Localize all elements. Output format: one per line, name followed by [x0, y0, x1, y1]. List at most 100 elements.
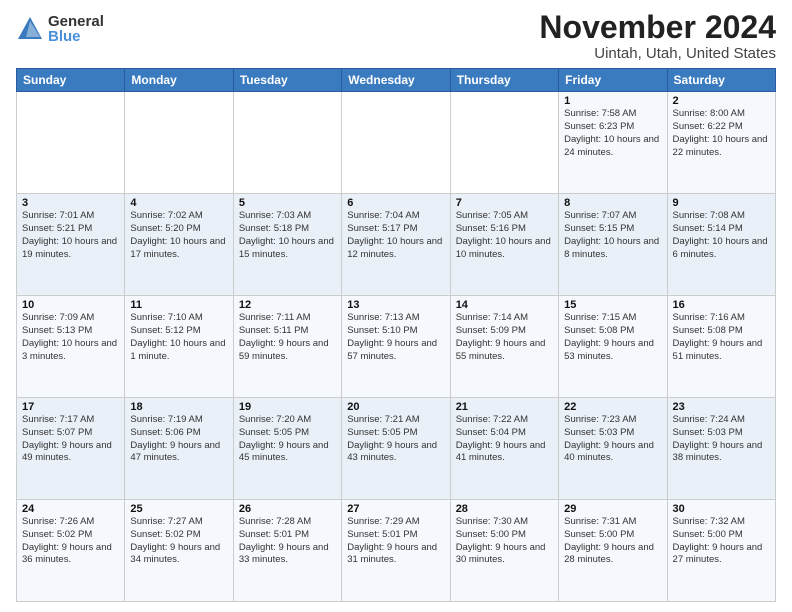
day-info: Sunrise: 7:05 AM Sunset: 5:16 PM Dayligh…: [456, 210, 553, 261]
day-number: 5: [239, 197, 336, 209]
title-block: November 2024 Uintah, Utah, United State…: [539, 10, 776, 62]
calendar-cell: 28Sunrise: 7:30 AM Sunset: 5:00 PM Dayli…: [450, 500, 558, 602]
day-info: Sunrise: 7:19 AM Sunset: 5:06 PM Dayligh…: [130, 414, 227, 465]
day-number: 22: [564, 401, 661, 413]
calendar-cell: 5Sunrise: 7:03 AM Sunset: 5:18 PM Daylig…: [233, 194, 341, 296]
calendar-cell: [450, 92, 558, 194]
day-number: 7: [456, 197, 553, 209]
calendar-cell: 1Sunrise: 7:58 AM Sunset: 6:23 PM Daylig…: [559, 92, 667, 194]
header: General Blue November 2024 Uintah, Utah,…: [16, 10, 776, 62]
day-number: 27: [347, 503, 444, 515]
calendar-cell: 26Sunrise: 7:28 AM Sunset: 5:01 PM Dayli…: [233, 500, 341, 602]
day-number: 23: [673, 401, 770, 413]
day-number: 21: [456, 401, 553, 413]
logo-icon: [16, 15, 44, 43]
day-number: 9: [673, 197, 770, 209]
calendar-cell: 18Sunrise: 7:19 AM Sunset: 5:06 PM Dayli…: [125, 398, 233, 500]
day-number: 1: [564, 95, 661, 107]
calendar-cell: 15Sunrise: 7:15 AM Sunset: 5:08 PM Dayli…: [559, 296, 667, 398]
day-info: Sunrise: 7:21 AM Sunset: 5:05 PM Dayligh…: [347, 414, 444, 465]
day-info: Sunrise: 7:58 AM Sunset: 6:23 PM Dayligh…: [564, 108, 661, 159]
month-title: November 2024: [539, 10, 776, 45]
calendar-week-0: 1Sunrise: 7:58 AM Sunset: 6:23 PM Daylig…: [17, 92, 776, 194]
weekday-header-saturday: Saturday: [667, 69, 775, 92]
calendar-cell: 12Sunrise: 7:11 AM Sunset: 5:11 PM Dayli…: [233, 296, 341, 398]
calendar-cell: [125, 92, 233, 194]
calendar-cell: 22Sunrise: 7:23 AM Sunset: 5:03 PM Dayli…: [559, 398, 667, 500]
calendar-cell: 11Sunrise: 7:10 AM Sunset: 5:12 PM Dayli…: [125, 296, 233, 398]
day-info: Sunrise: 7:30 AM Sunset: 5:00 PM Dayligh…: [456, 516, 553, 567]
day-info: Sunrise: 7:23 AM Sunset: 5:03 PM Dayligh…: [564, 414, 661, 465]
day-info: Sunrise: 7:01 AM Sunset: 5:21 PM Dayligh…: [22, 210, 119, 261]
calendar-cell: [17, 92, 125, 194]
calendar-cell: 4Sunrise: 7:02 AM Sunset: 5:20 PM Daylig…: [125, 194, 233, 296]
day-number: 16: [673, 299, 770, 311]
calendar-cell: 17Sunrise: 7:17 AM Sunset: 5:07 PM Dayli…: [17, 398, 125, 500]
day-number: 8: [564, 197, 661, 209]
day-info: Sunrise: 7:22 AM Sunset: 5:04 PM Dayligh…: [456, 414, 553, 465]
day-info: Sunrise: 7:14 AM Sunset: 5:09 PM Dayligh…: [456, 312, 553, 363]
logo-blue: Blue: [48, 29, 104, 44]
day-number: 17: [22, 401, 119, 413]
calendar-cell: [233, 92, 341, 194]
weekday-header-friday: Friday: [559, 69, 667, 92]
day-info: Sunrise: 7:04 AM Sunset: 5:17 PM Dayligh…: [347, 210, 444, 261]
calendar-header: SundayMondayTuesdayWednesdayThursdayFrid…: [17, 69, 776, 92]
weekday-header-tuesday: Tuesday: [233, 69, 341, 92]
day-info: Sunrise: 7:24 AM Sunset: 5:03 PM Dayligh…: [673, 414, 770, 465]
weekday-header-wednesday: Wednesday: [342, 69, 450, 92]
day-info: Sunrise: 7:20 AM Sunset: 5:05 PM Dayligh…: [239, 414, 336, 465]
day-number: 11: [130, 299, 227, 311]
day-number: 12: [239, 299, 336, 311]
day-info: Sunrise: 7:32 AM Sunset: 5:00 PM Dayligh…: [673, 516, 770, 567]
calendar-cell: 9Sunrise: 7:08 AM Sunset: 5:14 PM Daylig…: [667, 194, 775, 296]
calendar-cell: 6Sunrise: 7:04 AM Sunset: 5:17 PM Daylig…: [342, 194, 450, 296]
day-info: Sunrise: 7:10 AM Sunset: 5:12 PM Dayligh…: [130, 312, 227, 363]
day-info: Sunrise: 7:13 AM Sunset: 5:10 PM Dayligh…: [347, 312, 444, 363]
calendar-cell: 14Sunrise: 7:14 AM Sunset: 5:09 PM Dayli…: [450, 296, 558, 398]
calendar-cell: 19Sunrise: 7:20 AM Sunset: 5:05 PM Dayli…: [233, 398, 341, 500]
weekday-header-sunday: Sunday: [17, 69, 125, 92]
day-info: Sunrise: 7:31 AM Sunset: 5:00 PM Dayligh…: [564, 516, 661, 567]
calendar-cell: 7Sunrise: 7:05 AM Sunset: 5:16 PM Daylig…: [450, 194, 558, 296]
calendar-cell: 23Sunrise: 7:24 AM Sunset: 5:03 PM Dayli…: [667, 398, 775, 500]
day-number: 24: [22, 503, 119, 515]
weekday-header-thursday: Thursday: [450, 69, 558, 92]
calendar-cell: 30Sunrise: 7:32 AM Sunset: 5:00 PM Dayli…: [667, 500, 775, 602]
day-number: 26: [239, 503, 336, 515]
day-number: 19: [239, 401, 336, 413]
day-number: 6: [347, 197, 444, 209]
day-info: Sunrise: 7:29 AM Sunset: 5:01 PM Dayligh…: [347, 516, 444, 567]
calendar-week-2: 10Sunrise: 7:09 AM Sunset: 5:13 PM Dayli…: [17, 296, 776, 398]
calendar-cell: 10Sunrise: 7:09 AM Sunset: 5:13 PM Dayli…: [17, 296, 125, 398]
day-info: Sunrise: 7:17 AM Sunset: 5:07 PM Dayligh…: [22, 414, 119, 465]
weekday-row: SundayMondayTuesdayWednesdayThursdayFrid…: [17, 69, 776, 92]
day-info: Sunrise: 7:09 AM Sunset: 5:13 PM Dayligh…: [22, 312, 119, 363]
calendar-cell: 29Sunrise: 7:31 AM Sunset: 5:00 PM Dayli…: [559, 500, 667, 602]
day-info: Sunrise: 7:08 AM Sunset: 5:14 PM Dayligh…: [673, 210, 770, 261]
calendar-week-1: 3Sunrise: 7:01 AM Sunset: 5:21 PM Daylig…: [17, 194, 776, 296]
calendar-cell: 3Sunrise: 7:01 AM Sunset: 5:21 PM Daylig…: [17, 194, 125, 296]
day-info: Sunrise: 7:03 AM Sunset: 5:18 PM Dayligh…: [239, 210, 336, 261]
day-info: Sunrise: 7:07 AM Sunset: 5:15 PM Dayligh…: [564, 210, 661, 261]
location: Uintah, Utah, United States: [539, 45, 776, 62]
day-info: Sunrise: 7:02 AM Sunset: 5:20 PM Dayligh…: [130, 210, 227, 261]
day-number: 4: [130, 197, 227, 209]
day-number: 10: [22, 299, 119, 311]
calendar: SundayMondayTuesdayWednesdayThursdayFrid…: [16, 68, 776, 602]
calendar-week-3: 17Sunrise: 7:17 AM Sunset: 5:07 PM Dayli…: [17, 398, 776, 500]
day-number: 30: [673, 503, 770, 515]
calendar-cell: [342, 92, 450, 194]
calendar-cell: 27Sunrise: 7:29 AM Sunset: 5:01 PM Dayli…: [342, 500, 450, 602]
day-number: 2: [673, 95, 770, 107]
calendar-cell: 25Sunrise: 7:27 AM Sunset: 5:02 PM Dayli…: [125, 500, 233, 602]
calendar-cell: 16Sunrise: 7:16 AM Sunset: 5:08 PM Dayli…: [667, 296, 775, 398]
calendar-cell: 2Sunrise: 8:00 AM Sunset: 6:22 PM Daylig…: [667, 92, 775, 194]
day-info: Sunrise: 7:11 AM Sunset: 5:11 PM Dayligh…: [239, 312, 336, 363]
day-info: Sunrise: 7:16 AM Sunset: 5:08 PM Dayligh…: [673, 312, 770, 363]
weekday-header-monday: Monday: [125, 69, 233, 92]
day-info: Sunrise: 7:15 AM Sunset: 5:08 PM Dayligh…: [564, 312, 661, 363]
day-number: 20: [347, 401, 444, 413]
calendar-cell: 20Sunrise: 7:21 AM Sunset: 5:05 PM Dayli…: [342, 398, 450, 500]
calendar-week-4: 24Sunrise: 7:26 AM Sunset: 5:02 PM Dayli…: [17, 500, 776, 602]
